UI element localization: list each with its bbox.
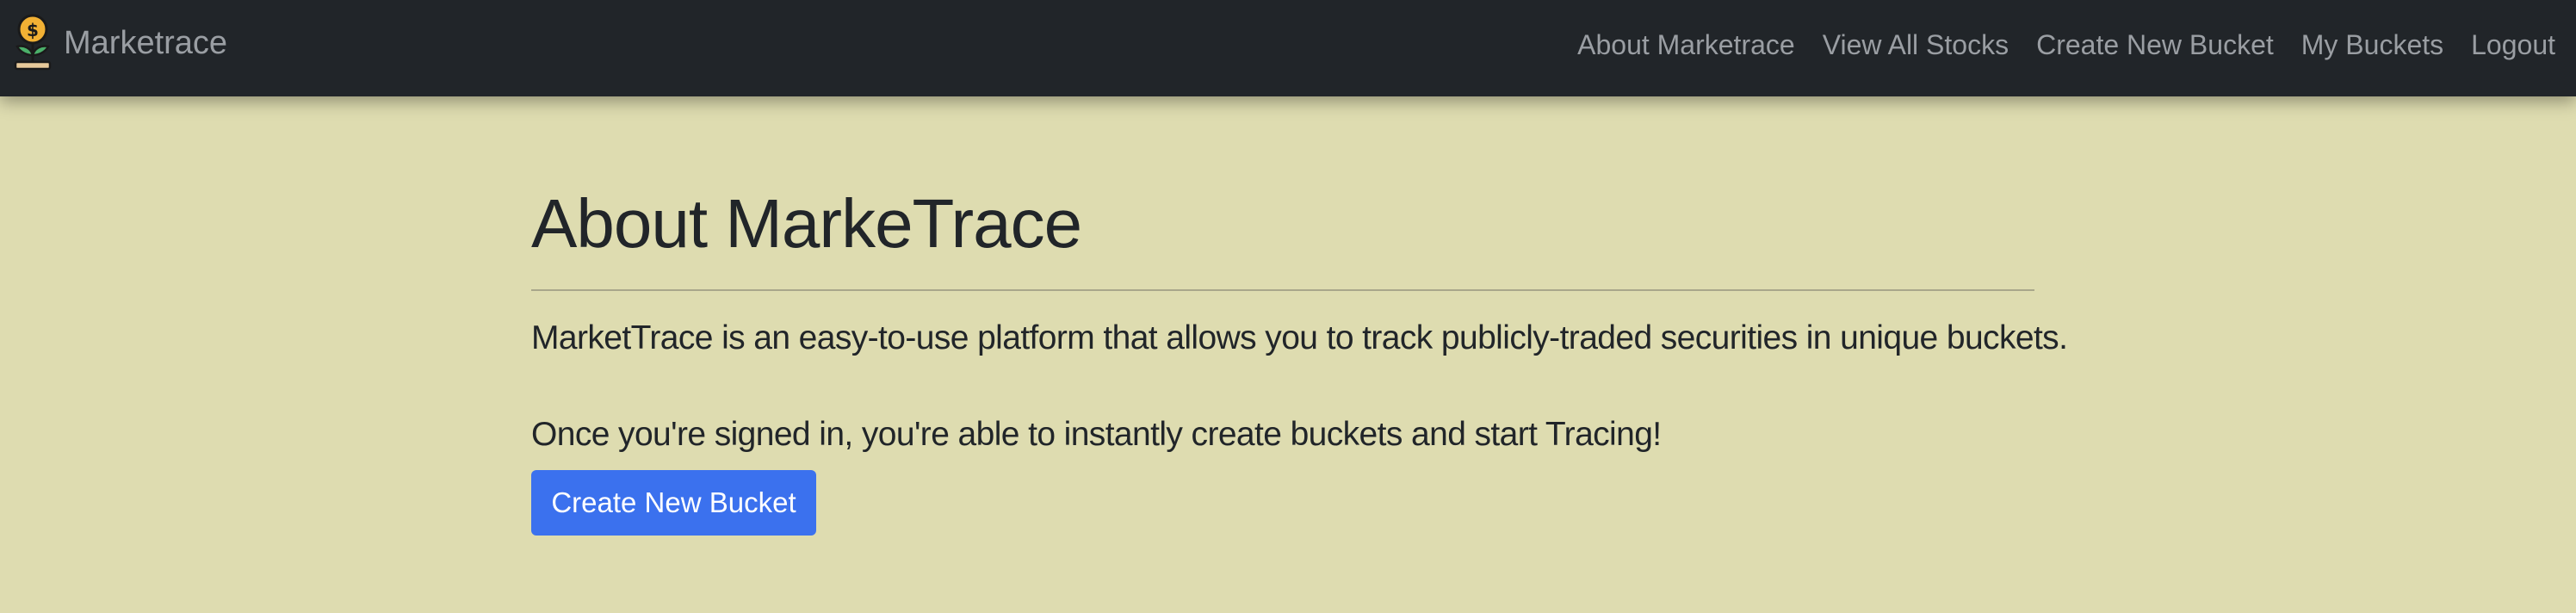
svg-text:$: $	[27, 20, 39, 40]
nav-link-logout[interactable]: Logout	[2471, 29, 2555, 61]
nav-links: About Marketrace View All Stocks Create …	[1550, 0, 2555, 90]
money-plant-icon: $	[14, 14, 52, 71]
intro-paragraph: MarketTrace is an easy-to-use platform t…	[531, 319, 2068, 356]
nav-link-my-buckets[interactable]: My Buckets	[2301, 29, 2443, 61]
page-title: About MarkeTrace	[531, 185, 1082, 262]
signin-paragraph: Once you're signed in, you're able to in…	[531, 416, 1662, 453]
nav-link-about[interactable]: About Marketrace	[1577, 29, 1795, 61]
top-navbar: $ Marketrace About Marketrace View All S…	[0, 0, 2576, 96]
nav-link-create-new-bucket[interactable]: Create New Bucket	[2036, 29, 2274, 61]
brand-link[interactable]: $ Marketrace	[10, 0, 227, 86]
create-new-bucket-button[interactable]: Create New Bucket	[531, 470, 816, 536]
nav-link-view-all-stocks[interactable]: View All Stocks	[1823, 29, 2009, 61]
brand-name: Marketrace	[64, 25, 228, 61]
title-divider	[531, 289, 2034, 291]
